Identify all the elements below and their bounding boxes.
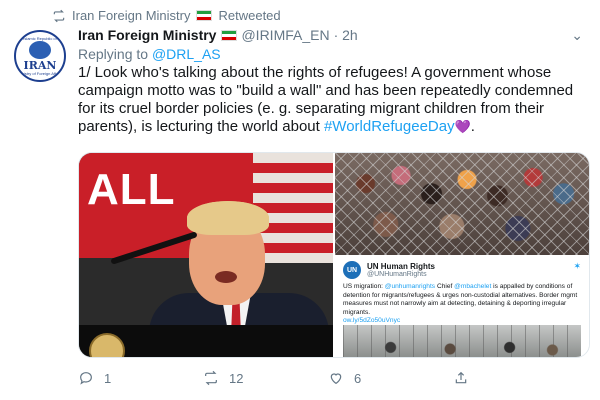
retweet-count: 12	[229, 370, 244, 386]
heart-emoji: 💜	[454, 119, 471, 134]
share-icon	[455, 371, 467, 384]
chevron-down-icon[interactable]: ⌄	[571, 27, 583, 44]
like-button[interactable]: 6	[328, 370, 453, 386]
embed-handle: @UNHumanRights	[367, 270, 427, 278]
retweet-status: Retweeted	[218, 8, 281, 23]
chain-link-fence	[335, 153, 589, 255]
embed-link: ow.ly/5dZo50uVnyc	[343, 317, 401, 325]
embed-text-prefix: US migration:	[343, 283, 385, 290]
emblem-icon	[29, 41, 51, 59]
speaker-mouth	[215, 271, 237, 283]
like-count: 6	[354, 370, 362, 386]
tweet-text: 1/ Look who's talking about the rights o…	[78, 64, 588, 136]
embed-mention-1: @unhumanrights	[384, 283, 436, 290]
speaker-hair-top	[187, 201, 269, 235]
share-button[interactable]	[453, 370, 578, 386]
embed-photo	[343, 325, 581, 357]
like-icon	[330, 373, 342, 385]
author-name[interactable]: Iran Foreign Ministry	[78, 27, 216, 43]
reply-button[interactable]: 1	[78, 370, 203, 386]
tweet-time[interactable]: · 2h	[334, 27, 358, 43]
tweet-end: .	[470, 118, 475, 135]
avatar-line2: IRAN	[23, 59, 57, 72]
embed-text: US migration: @unhumanrights Chief @mbac…	[343, 283, 581, 326]
iran-flag-icon	[196, 10, 213, 21]
embedded-tweet-screenshot[interactable]: UN UN Human Rights @UNHumanRights ✶ US m…	[335, 255, 589, 357]
retweet-icon	[205, 370, 217, 386]
reply-icon	[80, 372, 92, 385]
reply-prefix: Replying to	[78, 46, 149, 62]
hashtag-link[interactable]: #WorldRefugeeDay	[324, 118, 455, 135]
twitter-bird-icon: ✶	[573, 261, 581, 271]
avatar-line3: Ministry of Foreign Affairs	[17, 71, 63, 76]
embed-text-mid: Chief	[435, 283, 455, 290]
author-handle[interactable]: @IRIMFA_EN	[241, 27, 329, 43]
reply-count: 1	[104, 370, 112, 386]
embed-photo-people	[343, 325, 581, 357]
embed-header: UN UN Human Rights @UNHumanRights	[343, 261, 581, 279]
retweeter-name[interactable]: Iran Foreign Ministry	[72, 8, 190, 23]
flag-stripes	[253, 153, 333, 263]
embed-mention-2: @mbachelet	[454, 283, 492, 290]
tweet-actions: 1 12 6	[78, 370, 578, 386]
media-grid: ALL UN UN Human Rights @UNHumanRights ✶	[78, 152, 590, 358]
reply-handle-link[interactable]: @DRL_AS	[152, 46, 221, 62]
un-logo-icon: UN	[343, 261, 361, 279]
embed-name: UN Human Rights	[367, 261, 435, 271]
retweet-icon	[53, 9, 65, 22]
rally-photo[interactable]: ALL	[79, 153, 333, 357]
avatar[interactable]: Islamic Republic of IRAN Ministry of For…	[14, 30, 66, 82]
banner-text: ALL	[87, 165, 176, 214]
tweet-header: Iran Foreign Ministry @IRIMFA_EN · 2h ⌄	[78, 27, 583, 43]
retweet-button[interactable]: 12	[203, 370, 328, 386]
iran-flag-icon	[221, 29, 238, 41]
detention-photo[interactable]	[335, 153, 589, 255]
right-media-column: UN UN Human Rights @UNHumanRights ✶ US m…	[335, 153, 589, 357]
reply-context: Replying to @DRL_AS	[78, 46, 221, 62]
retweet-context: Iran Foreign Ministry Retweeted	[52, 8, 281, 23]
